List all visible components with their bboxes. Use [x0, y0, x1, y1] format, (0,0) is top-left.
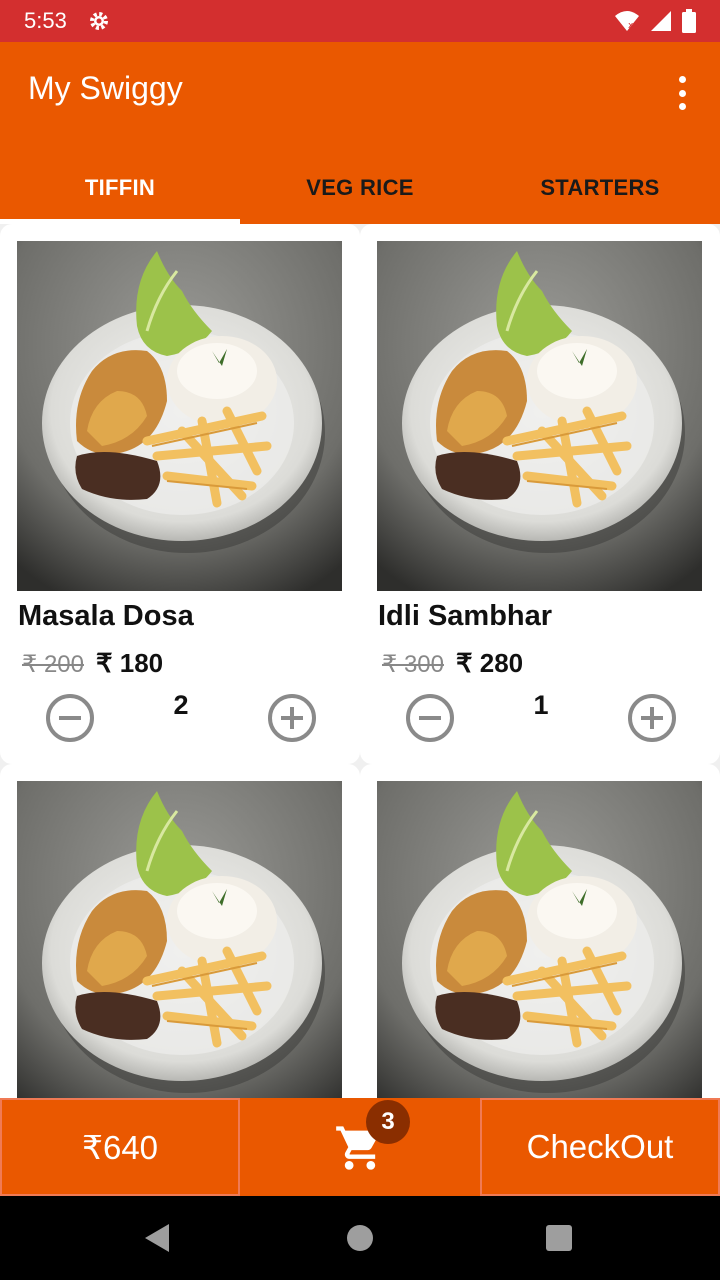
cart-total: ₹640 [0, 1098, 240, 1196]
signal-icon [651, 11, 671, 31]
recent-apps-icon[interactable] [546, 1225, 572, 1251]
quantity-stepper: 2 [46, 690, 316, 742]
tab-starters[interactable]: STARTERS [480, 152, 720, 224]
food-image [17, 241, 342, 591]
home-icon[interactable] [347, 1225, 373, 1251]
increase-quantity-icon[interactable] [628, 694, 676, 742]
svg-text:x: x [628, 21, 634, 31]
food-card[interactable] [360, 764, 720, 1098]
price-row: ₹ 300 ₹ 280 [382, 648, 523, 679]
battery-icon [682, 9, 696, 33]
status-icons: x [614, 9, 696, 33]
tab-veg-rice[interactable]: VEG RICE [240, 152, 480, 224]
original-price: ₹ 200 [22, 651, 84, 678]
discounted-price: ₹ 180 [95, 648, 164, 678]
tab-tiffin[interactable]: TIFFIN [0, 152, 240, 224]
price-row: ₹ 200 ₹ 180 [22, 648, 163, 679]
food-image [17, 781, 342, 1098]
back-icon[interactable] [145, 1224, 169, 1252]
food-card[interactable] [0, 764, 360, 1098]
food-card[interactable]: Masala Dosa ₹ 200 ₹ 180 2 [0, 224, 360, 764]
menu-grid: Masala Dosa ₹ 200 ₹ 180 2 Idli Sambhar ₹… [0, 224, 720, 1098]
cart-button[interactable]: 3 [240, 1098, 480, 1196]
wifi-icon: x [615, 11, 639, 31]
original-price: ₹ 300 [382, 651, 444, 678]
food-card[interactable]: Idli Sambhar ₹ 300 ₹ 280 1 [360, 224, 720, 764]
cart-count-badge: 3 [366, 1100, 410, 1144]
app-title: My Swiggy [28, 70, 183, 106]
status-bar: 5:53 x [0, 0, 720, 42]
bottom-bar: ₹640 3 CheckOut [0, 1098, 720, 1196]
increase-quantity-icon[interactable] [268, 694, 316, 742]
overflow-menu-icon[interactable] [672, 76, 692, 110]
settings-gear-icon [89, 12, 108, 30]
food-name: Masala Dosa [18, 600, 194, 632]
checkout-button[interactable]: CheckOut [480, 1098, 720, 1196]
app-bar: My Swiggy TIFFIN VEG RICE STARTERS [0, 42, 720, 224]
quantity-stepper: 1 [406, 690, 676, 742]
system-nav-bar [0, 1196, 720, 1280]
tab-bar: TIFFIN VEG RICE STARTERS [0, 152, 720, 224]
status-time: 5:53 [24, 8, 67, 33]
food-image [377, 781, 702, 1098]
food-image [377, 241, 702, 591]
food-name: Idli Sambhar [378, 600, 553, 632]
discounted-price: ₹ 280 [455, 648, 524, 678]
